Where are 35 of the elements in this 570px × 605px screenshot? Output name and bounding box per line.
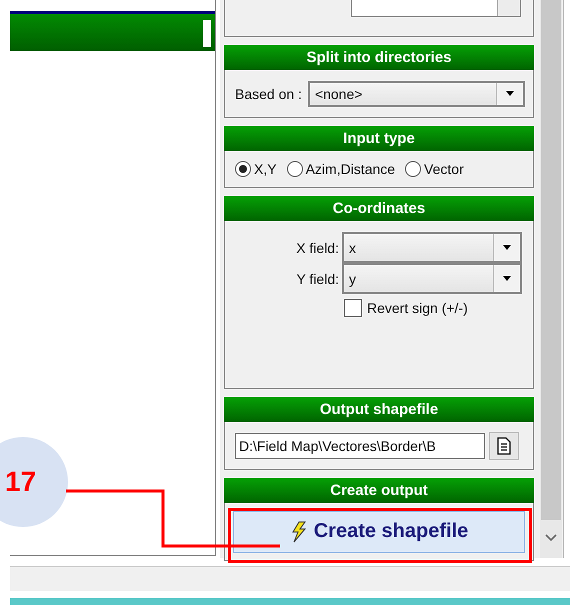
- radio-button[interactable]: [286, 161, 303, 177]
- section-header: Input type: [224, 126, 534, 151]
- radio-button[interactable]: [235, 161, 251, 177]
- dropdown-arrow-icon: [505, 90, 515, 96]
- marker-block: [203, 20, 211, 47]
- checkbox[interactable]: [344, 299, 362, 317]
- radio-option[interactable]: Azim,Distance: [286, 161, 396, 177]
- radio-button[interactable]: [405, 161, 422, 177]
- radio-label: Azim,Distance: [306, 161, 396, 177]
- dropdown[interactable]: <none>: [308, 80, 525, 106]
- path-field[interactable]: D:\Field Map\Vectores\Border\B: [235, 432, 485, 458]
- scrollbar[interactable]: [540, 0, 562, 558]
- checkbox-label: Revert sign (+/-): [367, 300, 468, 316]
- scroll-down-icon[interactable]: [545, 534, 557, 542]
- dropdown-arrow-icon: [502, 276, 512, 282]
- scroll-thumb[interactable]: [541, 0, 561, 520]
- browse-button[interactable]: [489, 432, 519, 460]
- radio-option[interactable]: Vector: [405, 161, 464, 177]
- dropdown[interactable]: x: [342, 232, 522, 263]
- radio-option[interactable]: X,Y: [235, 161, 277, 177]
- dropdown[interactable]: [351, 0, 521, 17]
- dropdown[interactable]: y: [342, 263, 522, 294]
- document-icon: [496, 436, 512, 454]
- section-header: Co-ordinates: [224, 196, 534, 221]
- dropdown-arrow-icon: [502, 244, 512, 250]
- section-header: Output shapefile: [224, 397, 534, 422]
- field-label: Y field:: [296, 270, 339, 286]
- radio-label: X,Y: [254, 161, 277, 177]
- section-header: Create output: [224, 478, 534, 503]
- lightning-icon: [290, 520, 308, 542]
- field-label: Based on :: [235, 86, 302, 102]
- section-header: Split into directories: [224, 45, 534, 70]
- radio-label: Vector: [424, 161, 464, 177]
- field-label: X field:: [296, 240, 339, 256]
- create-shapefile-button[interactable]: Create shapefile: [233, 510, 525, 552]
